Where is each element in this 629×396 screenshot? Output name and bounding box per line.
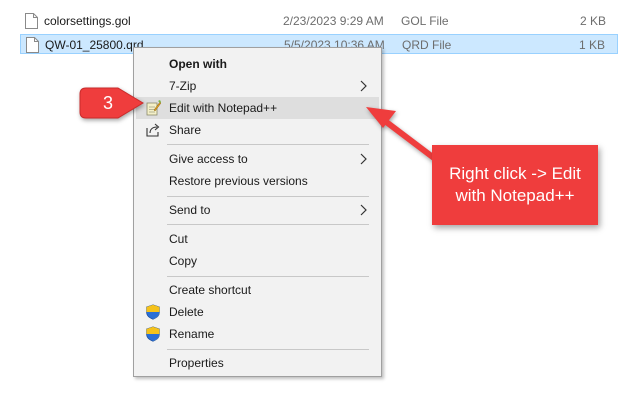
context-menu: Open with 7-Zip Edit with Notepad++ Shar…	[133, 47, 382, 377]
file-icon	[26, 37, 39, 53]
menu-separator	[167, 349, 369, 350]
menu-item-label: Delete	[169, 305, 204, 319]
menu-item-send-to[interactable]: Send to	[136, 199, 379, 221]
file-date: 2/23/2023 9:29 AM	[283, 14, 384, 28]
menu-item-properties[interactable]: Properties	[136, 352, 379, 374]
menu-separator	[167, 276, 369, 277]
file-size: 2 KB	[579, 14, 606, 28]
chevron-right-icon	[360, 80, 367, 92]
menu-item-7zip[interactable]: 7-Zip	[136, 75, 379, 97]
menu-separator	[167, 224, 369, 225]
instruction-callout: Right click -> Edit with Notepad++	[432, 145, 598, 225]
menu-item-create-shortcut[interactable]: Create shortcut	[136, 279, 379, 301]
uac-shield-icon	[146, 326, 160, 342]
menu-item-give-access[interactable]: Give access to	[136, 148, 379, 170]
menu-item-copy[interactable]: Copy	[136, 250, 379, 272]
file-type: QRD File	[402, 38, 452, 52]
menu-item-label: 7-Zip	[169, 79, 197, 93]
chevron-right-icon	[360, 153, 367, 165]
file-type: GOL File	[401, 14, 449, 28]
file-name: colorsettings.gol	[44, 14, 131, 28]
menu-item-share[interactable]: Share	[136, 119, 379, 141]
menu-item-restore-versions[interactable]: Restore previous versions	[136, 170, 379, 192]
menu-item-label: Restore previous versions	[169, 174, 308, 188]
share-icon	[146, 123, 160, 137]
menu-item-cut[interactable]: Cut	[136, 228, 379, 250]
menu-item-label: Edit with Notepad++	[169, 101, 278, 115]
menu-item-rename[interactable]: Rename	[136, 323, 379, 345]
chevron-right-icon	[360, 204, 367, 216]
file-size: 1 KB	[578, 38, 605, 52]
callout-text: Right click -> Edit with Notepad++	[449, 164, 581, 205]
menu-separator	[167, 196, 369, 197]
menu-item-delete[interactable]: Delete	[136, 301, 379, 323]
file-row[interactable]: colorsettings.gol 2/23/2023 9:29 AM GOL …	[20, 11, 618, 31]
menu-item-label: Open with	[169, 57, 227, 71]
menu-item-label: Share	[169, 123, 202, 137]
file-icon	[25, 13, 38, 29]
menu-item-label: Send to	[169, 203, 211, 217]
notepad-plus-plus-icon	[146, 100, 161, 116]
file-name: QW-01_25800.qrd	[45, 38, 144, 52]
menu-item-label: Create shortcut	[169, 283, 252, 297]
menu-separator	[167, 144, 369, 145]
menu-item-label: Cut	[169, 232, 188, 246]
menu-item-label: Give access to	[169, 152, 248, 166]
menu-item-edit-notepad[interactable]: Edit with Notepad++	[136, 97, 379, 119]
step-number: 3	[102, 93, 113, 113]
menu-item-label: Rename	[169, 327, 215, 341]
menu-item-open-with[interactable]: Open with	[136, 53, 379, 75]
uac-shield-icon	[146, 304, 160, 320]
menu-item-label: Copy	[169, 254, 198, 268]
menu-item-label: Properties	[169, 356, 224, 370]
